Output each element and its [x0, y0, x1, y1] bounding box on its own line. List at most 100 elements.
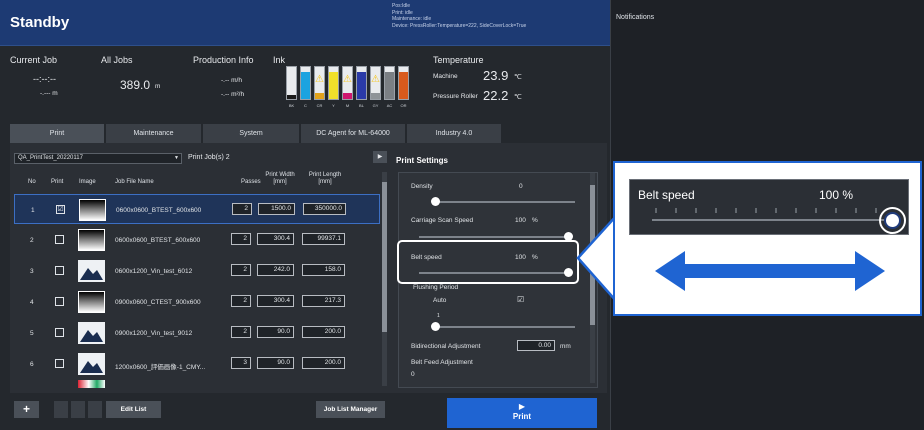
print-width-input[interactable]: 90.0 [257, 357, 294, 369]
zoom-slider-knob [884, 212, 901, 229]
passes-input[interactable]: 2 [232, 203, 252, 215]
current-job-time: --:--:-- [33, 74, 56, 84]
job-list-select[interactable]: QA_PrintTest_20220117 ▼ [14, 153, 182, 164]
zoom-belt-speed-value: 100 % [819, 188, 853, 202]
ink-fill [343, 93, 352, 99]
print-button[interactable]: ▶ Print [447, 398, 597, 428]
passes-input[interactable]: 2 [231, 326, 251, 338]
add-button[interactable]: + [14, 401, 39, 418]
roller-temp-label: Pressure Roller [433, 93, 478, 100]
print-length-input[interactable]: 99937.1 [302, 233, 345, 245]
job-count-label: Print Job(s) [188, 154, 224, 161]
bidir-unit: mm [560, 343, 571, 350]
settings-scrollbar[interactable] [590, 173, 595, 383]
job-file-name: 0900x0600_CTEST_900x600 [115, 299, 201, 306]
delete-button[interactable] [88, 401, 102, 418]
ink-color-label: M [345, 103, 350, 108]
print-width-input[interactable]: 242.0 [257, 264, 294, 276]
job-list-manager-button[interactable]: Job List Manager [316, 401, 385, 418]
mountain-icon [78, 260, 105, 282]
flushing-knob[interactable] [431, 322, 440, 331]
density-slider[interactable] [435, 201, 575, 203]
move-down-button[interactable] [71, 401, 85, 418]
print-checkbox[interactable] [55, 266, 64, 275]
passes-input[interactable]: 2 [231, 295, 251, 307]
col-width: Print Width [mm] [265, 172, 295, 185]
table-row[interactable]: 4 0900x0600_CTEST_900x600 2 300.4 217.3 [14, 287, 380, 317]
table-row[interactable]: 2 0600x0600_BTEST_600x600 2 300.4 99937.1 [14, 225, 380, 255]
table-row[interactable]: 3 0600x1200_Vin_test_6012 2 242.0 158.0 [14, 256, 380, 286]
job-file-name: 0600x0600_BTEST_600x600 [116, 207, 202, 214]
job-file-name: 1200x0600_評価画像-1_CMY... [115, 364, 206, 371]
density-knob[interactable] [431, 197, 440, 206]
ink-color-label: AC [386, 103, 393, 108]
print-length-input[interactable]: 200.0 [302, 357, 345, 369]
print-width-input[interactable]: 1500.0 [258, 203, 295, 215]
tab-maintenance[interactable]: Maintenance [106, 124, 202, 143]
job-thumbnail [78, 229, 105, 251]
tab-industry[interactable]: Industry 4.0 [407, 124, 502, 143]
carriage-unit: % [532, 217, 538, 224]
print-button-label: Print [512, 412, 532, 421]
job-thumbnail [78, 380, 105, 388]
job-list-select-value: QA_PrintTest_20220117 [18, 155, 83, 161]
collapse-settings-button[interactable]: ▶ [373, 151, 387, 163]
ink-bar-m: ⚠ [342, 66, 353, 100]
bidir-input[interactable]: 0.00 [517, 340, 555, 351]
move-up-button[interactable] [54, 401, 68, 418]
print-length-input[interactable]: 200.0 [302, 326, 345, 338]
flushing-auto-label: Auto [433, 297, 447, 304]
row-number: 5 [30, 330, 34, 337]
job-count-value: 2 [225, 154, 230, 161]
table-row[interactable]: 1 ☑ 0600x0600_BTEST_600x600 2 1500.0 350000.0 [14, 194, 380, 224]
all-jobs-label: All Jobs [101, 55, 133, 65]
temperature-label: Temperature [433, 55, 484, 65]
scroll-thumb[interactable] [382, 182, 387, 332]
bidir-label: Bidirectional Adjustment [411, 343, 481, 350]
table-row[interactable]: 6 1200x0600_評価画像-1_CMY... 3 90.0 200.0 [14, 349, 380, 379]
carriage-slider[interactable] [419, 236, 569, 238]
warning-icon: ⚠ [315, 74, 324, 85]
job-list-scrollbar[interactable] [382, 172, 387, 386]
ink-bar-c [300, 66, 311, 100]
passes-input[interactable]: 3 [231, 357, 251, 369]
passes-input[interactable]: 2 [231, 233, 251, 245]
print-checkbox[interactable]: ☑ [56, 205, 65, 214]
print-checkbox[interactable] [55, 328, 64, 337]
passes-input[interactable]: 2 [231, 264, 251, 276]
print-length-input[interactable]: 217.3 [302, 295, 345, 307]
tab-dc-agent[interactable]: DC Agent for ML-64000 [301, 124, 406, 143]
table-row-partial[interactable] [14, 380, 380, 388]
ink-label: Ink [273, 55, 286, 65]
flushing-auto-checkbox[interactable]: ☑ [517, 295, 524, 304]
table-row[interactable]: 5 0900x1200_Vin_test_9012 2 90.0 200.0 [14, 318, 380, 348]
tab-system[interactable]: System [203, 124, 300, 143]
settings-scroll-thumb[interactable] [590, 185, 595, 325]
job-table-header: No Print Image Job File Name Passes Prin… [14, 171, 382, 193]
print-width-input[interactable]: 90.0 [257, 326, 294, 338]
print-checkbox[interactable] [55, 235, 64, 244]
all-jobs-unit: m [155, 83, 161, 90]
print-length-input[interactable]: 158.0 [302, 264, 345, 276]
ink-fill [315, 93, 324, 99]
print-width-input[interactable]: 300.4 [257, 295, 294, 307]
row-number: 2 [30, 237, 34, 244]
print-checkbox[interactable] [55, 359, 64, 368]
job-thumbnail [78, 353, 105, 375]
edit-list-button[interactable]: Edit List [106, 401, 161, 418]
roller-temp-value: 22.2 [483, 88, 509, 103]
machine-temp-value: 23.9 [483, 68, 509, 83]
row-number: 6 [30, 361, 34, 368]
row-number: 3 [30, 268, 34, 275]
print-length-input[interactable]: 350000.0 [303, 203, 346, 215]
print-width-input[interactable]: 300.4 [257, 233, 294, 245]
ink-bar-ac [384, 66, 395, 100]
app-window: Standby Pos:Idle Print: idle Maintenance… [0, 0, 924, 430]
flushing-slider[interactable] [435, 326, 575, 328]
job-file-name: 0600x1200_Vin_test_6012 [115, 268, 193, 275]
ink-color-label: C [304, 103, 307, 108]
print-checkbox[interactable] [55, 297, 64, 306]
ink-levels: BK C ⚠ CR Y ⚠ M BL ⚠ GY AC OR [286, 66, 416, 116]
ink-bar-bk [286, 66, 297, 100]
tab-print[interactable]: Print [10, 124, 105, 143]
